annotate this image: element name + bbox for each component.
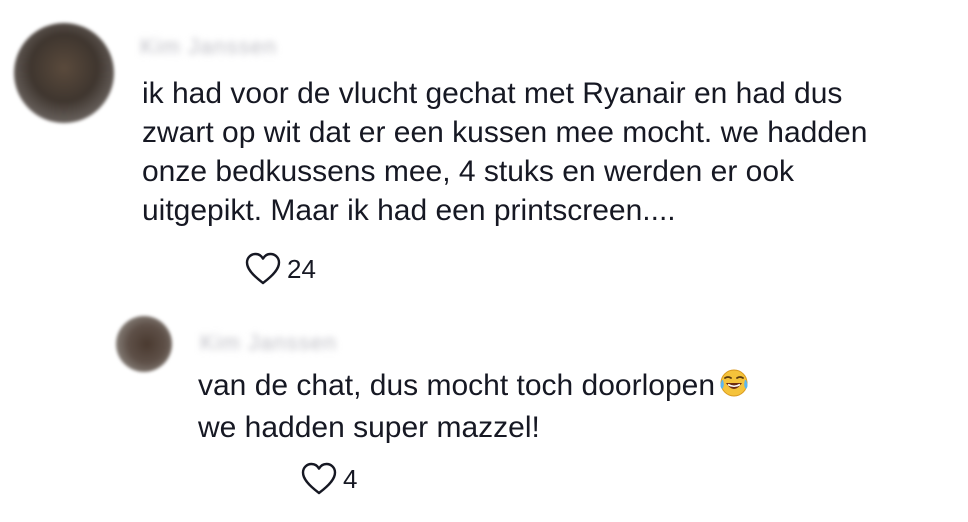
face-with-tears-of-joy-emoji	[719, 368, 749, 408]
username[interactable]: Kim Janssen	[140, 34, 277, 60]
comment-text-line: uitgepikt. Maar ik had een printscreen..…	[142, 194, 676, 227]
username[interactable]: Kim Janssen	[200, 330, 337, 356]
comment-text: ik had voor de vlucht gechat met Ryanair…	[142, 74, 867, 230]
comment-text-line: we hadden super mazzel!	[198, 411, 540, 444]
comment-text: van de chat, dus mocht toch doorlopen we…	[198, 366, 749, 447]
heart-outline-icon	[301, 462, 337, 496]
comment-text-segment: van de chat, dus mocht toch doorlopen	[198, 369, 716, 402]
like-button[interactable]: 4	[301, 462, 357, 496]
comment-text-line: van de chat, dus mocht toch doorlopen	[198, 366, 749, 408]
comment-text-line: zwart op wit dat er een kussen mee mocht…	[142, 116, 868, 149]
like-count: 4	[343, 463, 358, 494]
avatar[interactable]	[116, 316, 172, 372]
comment-text-line: onze bedkussens mee, 4 stuks en werden e…	[142, 155, 795, 188]
avatar[interactable]	[14, 23, 114, 123]
like-button[interactable]: 24	[245, 252, 316, 286]
comment-text-line: ik had voor de vlucht gechat met Ryanair…	[142, 77, 843, 110]
like-count: 24	[287, 253, 316, 284]
heart-outline-icon	[245, 252, 281, 286]
